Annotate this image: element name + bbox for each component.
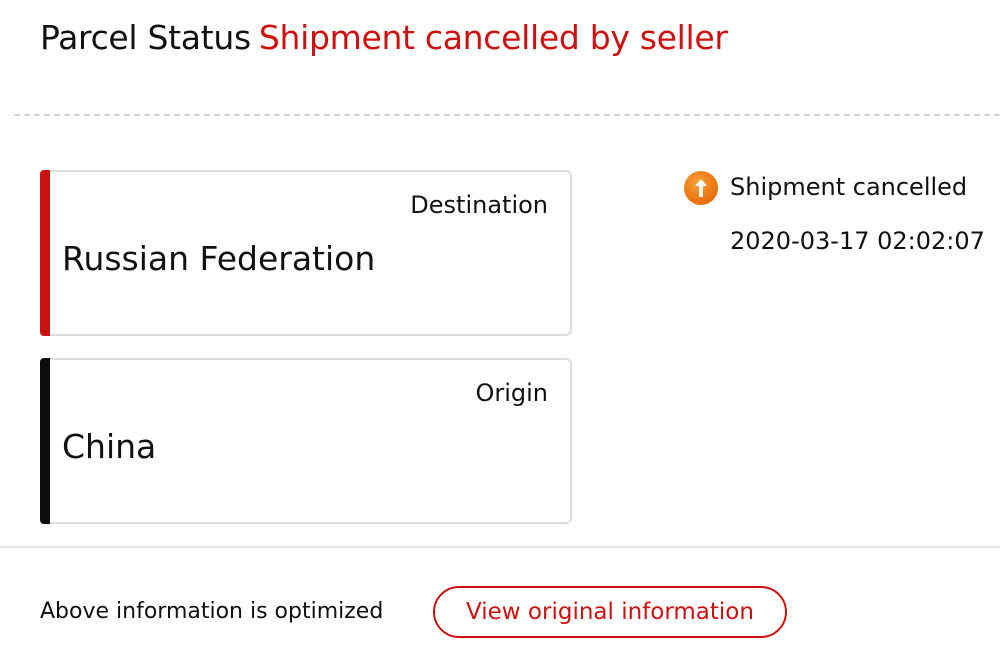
destination-country: Russian Federation bbox=[62, 239, 376, 278]
header-divider bbox=[14, 114, 1000, 116]
parcel-status-value: Shipment cancelled by seller bbox=[258, 18, 728, 57]
destination-title: Destination bbox=[410, 191, 548, 219]
parcel-status-heading: Parcel Status Shipment cancelled by selle… bbox=[40, 14, 728, 62]
view-original-information-button[interactable]: View original information bbox=[433, 586, 787, 638]
event-timestamp: 2020-03-17 02:02:07 bbox=[730, 227, 985, 255]
origin-card: Origin China bbox=[40, 358, 572, 524]
footer-divider bbox=[0, 546, 1000, 548]
arrow-up-circle-icon bbox=[684, 171, 718, 205]
destination-card: Destination Russian Federation bbox=[40, 170, 572, 336]
origin-title: Origin bbox=[475, 379, 548, 407]
parcel-status-label: Parcel Status bbox=[40, 18, 251, 57]
event-label: Shipment cancelled bbox=[730, 173, 968, 201]
optimized-info-note: Above information is optimized bbox=[40, 599, 384, 624]
origin-country: China bbox=[62, 427, 157, 466]
